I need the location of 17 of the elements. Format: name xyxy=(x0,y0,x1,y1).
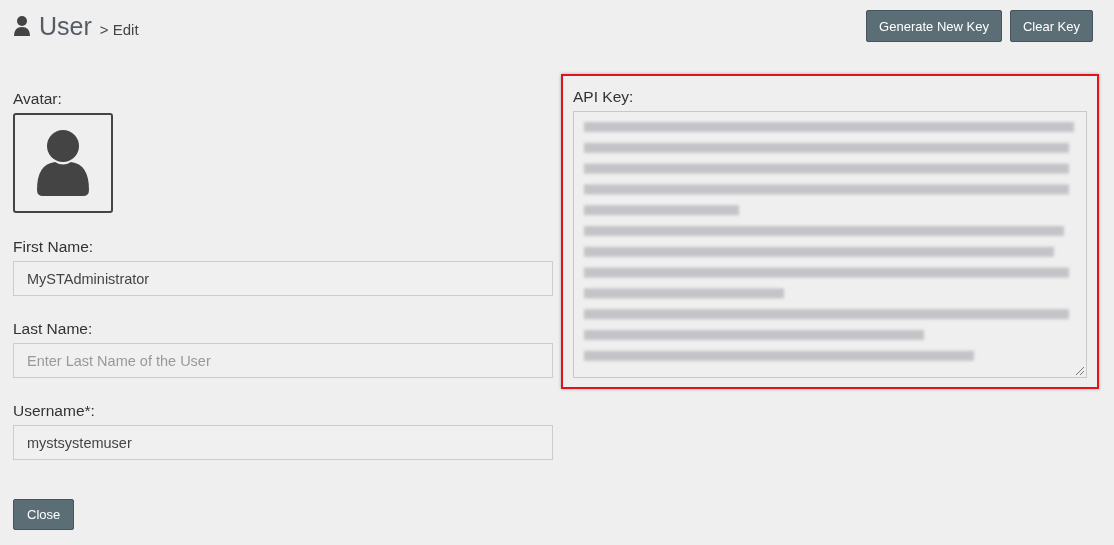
action-button[interactable]: Clear Key xyxy=(1009,10,1093,42)
action-button[interactable]: Generate New Key xyxy=(866,10,1002,42)
input-field[interactable]: mystsystemuser xyxy=(13,425,553,460)
avatar-frame[interactable] xyxy=(13,113,113,213)
breadcrumb: > Edit xyxy=(99,21,139,38)
api-key-label: API Key: xyxy=(573,88,635,106)
input-field[interactable]: MySTAdministrator xyxy=(13,261,553,296)
page-title: User xyxy=(39,12,92,40)
field-label: First Name: xyxy=(13,238,95,256)
avatar-label: Avatar: xyxy=(13,90,63,108)
user-icon xyxy=(13,16,31,36)
close-button[interactable]: Close xyxy=(13,499,75,530)
input-field[interactable]: Enter Last Name of the User xyxy=(13,343,553,378)
avatar-icon xyxy=(35,130,91,196)
field-label: Last Name: xyxy=(13,320,94,338)
field-label: Username*: xyxy=(13,402,96,420)
resize-grip-icon[interactable] xyxy=(1076,367,1084,375)
